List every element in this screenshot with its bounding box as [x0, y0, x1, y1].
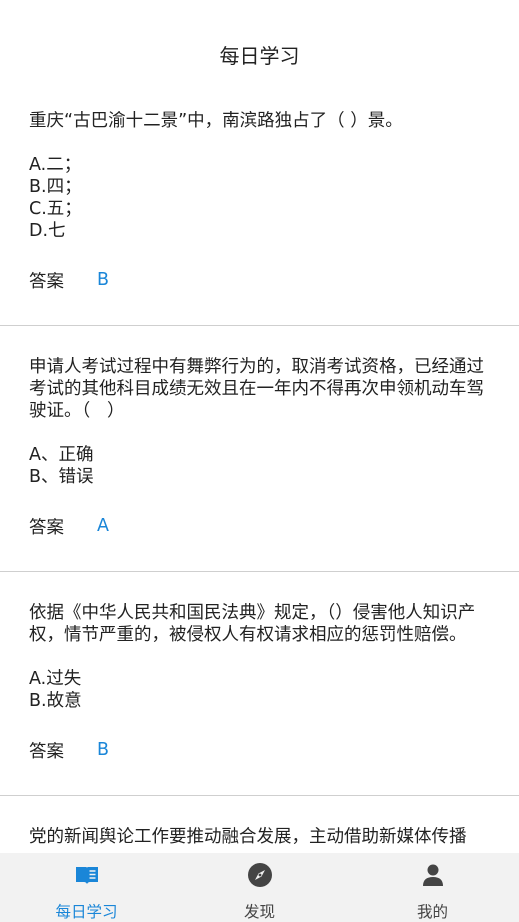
option-item: D.七	[29, 221, 66, 241]
option-item: A.过失	[29, 669, 82, 689]
question-text: 重庆“古巴渝十二景”中，南滨路独占了（ ）景。	[29, 111, 403, 131]
tab-label: 发现	[243, 903, 275, 921]
question-feed[interactable]: 重庆“古巴渝十二景”中，南滨路独占了（ ）景。 A.二； B.四； C.五； D…	[0, 98, 519, 854]
tab-label: 每日学习	[55, 903, 118, 921]
option-item: B.故意	[29, 691, 82, 711]
question-card: 党的新闻舆论工作要推动融合发展，主动借助新媒体传播	[0, 796, 519, 848]
option-item: A.二；	[29, 155, 82, 175]
answer-row: 答案 B	[29, 269, 490, 292]
tab-label: 我的	[416, 903, 448, 921]
tab-daily-study[interactable]: 每日学习	[0, 853, 173, 922]
question-text: 依据《中华人民共和国民法典》规定，（）侵害他人知识产权，情节严重的，被侵权人有权…	[29, 603, 476, 645]
answer-row: 答案 B	[29, 739, 490, 762]
options-list: A.过失 B.故意	[29, 668, 490, 712]
person-icon	[422, 864, 443, 886]
answer-label: 答案	[29, 517, 64, 538]
compass-icon	[247, 863, 272, 887]
answer-label: 答案	[29, 741, 64, 762]
question-card: 申请人考试过程中有舞弊行为的，取消考试资格，已经通过考试的其他科目成绩无效且在一…	[0, 326, 519, 572]
page-title: 每日学习	[219, 43, 300, 68]
tab-discover[interactable]: 发现	[173, 853, 346, 922]
option-item: A、正确	[29, 445, 94, 465]
question-card: 依据《中华人民共和国民法典》规定，（）侵害他人知识产权，情节严重的，被侵权人有权…	[0, 572, 519, 796]
options-list: A.二； B.四； C.五； D.七	[29, 154, 490, 242]
option-item: B、错误	[29, 467, 94, 487]
answer-value: B	[97, 740, 110, 760]
answer-value: A	[97, 516, 109, 536]
answer-label: 答案	[29, 271, 64, 292]
answer-row: 答案 A	[29, 515, 490, 538]
app-header: 每日学习	[0, 0, 519, 98]
option-item: B.四；	[29, 177, 82, 197]
question-text: 申请人考试过程中有舞弊行为的，取消考试资格，已经通过考试的其他科目成绩无效且在一…	[29, 357, 484, 421]
book-icon	[75, 867, 98, 884]
question-text: 党的新闻舆论工作要推动融合发展，主动借助新媒体传播	[29, 827, 467, 847]
bottom-tab-bar: 每日学习 发现 我的	[0, 853, 519, 922]
answer-value: B	[97, 270, 110, 290]
options-list: A、正确 B、错误	[29, 444, 490, 488]
question-card: 重庆“古巴渝十二景”中，南滨路独占了（ ）景。 A.二； B.四； C.五； D…	[0, 98, 519, 326]
option-item: C.五；	[29, 199, 82, 219]
tab-mine[interactable]: 我的	[346, 853, 519, 922]
